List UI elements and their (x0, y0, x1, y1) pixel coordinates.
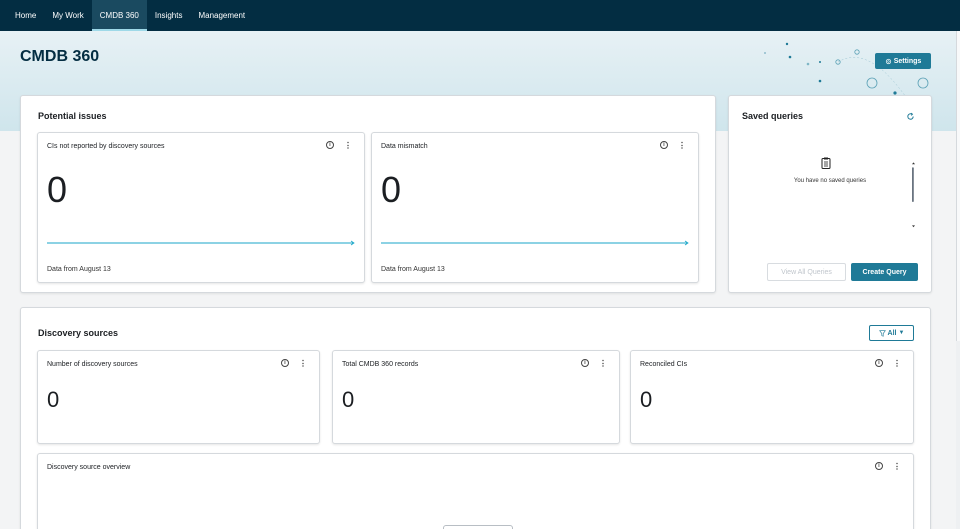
chevron-down-icon: ▼ (898, 330, 905, 336)
tile-title: Total CMDB 360 records (342, 361, 419, 368)
more-options-icon[interactable]: ⋮ (299, 359, 307, 368)
tile-title: Reconciled CIs (640, 361, 688, 368)
top-navigation: Home My Work CMDB 360 Insights Managemen… (0, 0, 960, 31)
tile-title: Data mismatch (381, 143, 428, 150)
refresh-icon[interactable] (906, 112, 915, 121)
reconciled-cis-tile[interactable]: Reconciled CIs i ⋮ 0 (630, 350, 914, 444)
ci-not-reported-tile[interactable]: CIs not reported by discovery sources i … (37, 132, 365, 283)
nav-item-my-work[interactable]: My Work (44, 0, 91, 31)
nav-item-management[interactable]: Management (190, 0, 253, 31)
total-cmdb-records-tile[interactable]: Total CMDB 360 records i ⋮ 0 (332, 350, 620, 444)
info-icon[interactable]: i (660, 141, 668, 149)
discovery-source-overview-tile[interactable]: Discovery source overview i ⋮ (37, 453, 914, 529)
filter-label: All (887, 329, 897, 337)
nav-item-insights[interactable]: Insights (147, 0, 191, 31)
info-icon[interactable]: i (875, 462, 883, 470)
nav-item-cmdb-360[interactable]: CMDB 360 (91, 0, 148, 31)
tile-value: 0 (47, 387, 60, 412)
saved-queries-scrollbar[interactable] (912, 140, 915, 252)
tile-footer: Data from August 13 (47, 266, 111, 273)
nav-item-home[interactable]: Home (7, 0, 44, 31)
gear-icon (885, 58, 891, 64)
tile-value: 0 (381, 169, 402, 210)
info-icon[interactable]: i (281, 359, 289, 367)
tile-value: 0 (342, 387, 355, 412)
info-icon[interactable]: i (326, 141, 334, 149)
filter-button[interactable]: All ▼ (869, 325, 914, 341)
saved-queries-title: Saved queries (742, 111, 804, 121)
tile-value: 0 (47, 169, 68, 210)
more-options-icon[interactable]: ⋮ (893, 462, 901, 471)
more-options-icon[interactable]: ⋮ (678, 141, 686, 150)
tile-title: Discovery source overview (47, 464, 131, 471)
more-options-icon[interactable]: ⋮ (599, 359, 607, 368)
number-of-discovery-sources-tile[interactable]: Number of discovery sources i ⋮ 0 (37, 350, 320, 444)
settings-label: Settings (893, 57, 922, 65)
settings-button[interactable]: Settings (875, 53, 931, 69)
trend-line (47, 240, 355, 246)
trend-line (381, 240, 689, 246)
tile-value: 0 (640, 387, 653, 412)
data-mismatch-tile[interactable]: Data mismatch i ⋮ 0 Data from August 13 (371, 132, 699, 283)
view-all-queries-button[interactable]: View All Queries (767, 263, 846, 281)
more-options-icon[interactable]: ⋮ (893, 359, 901, 368)
clipboard-icon (821, 157, 831, 169)
loading-indicator (443, 525, 513, 529)
info-icon[interactable]: i (581, 359, 589, 367)
filter-icon (878, 329, 886, 337)
scrollbar-thumb[interactable] (956, 31, 960, 341)
tile-title: Number of discovery sources (47, 361, 138, 368)
more-options-icon[interactable]: ⋮ (344, 141, 352, 150)
tile-title: CIs not reported by discovery sources (47, 143, 165, 150)
info-icon[interactable]: i (875, 359, 883, 367)
discovery-sources-title: Discovery sources (38, 328, 119, 338)
tile-footer: Data from August 13 (381, 266, 445, 273)
create-query-button[interactable]: Create Query (851, 263, 918, 281)
potential-issues-title: Potential issues (38, 111, 107, 121)
page-title: CMDB 360 (20, 48, 100, 65)
empty-state-message: You have no saved queries (793, 178, 867, 184)
page-scrollbar[interactable] (956, 31, 960, 529)
